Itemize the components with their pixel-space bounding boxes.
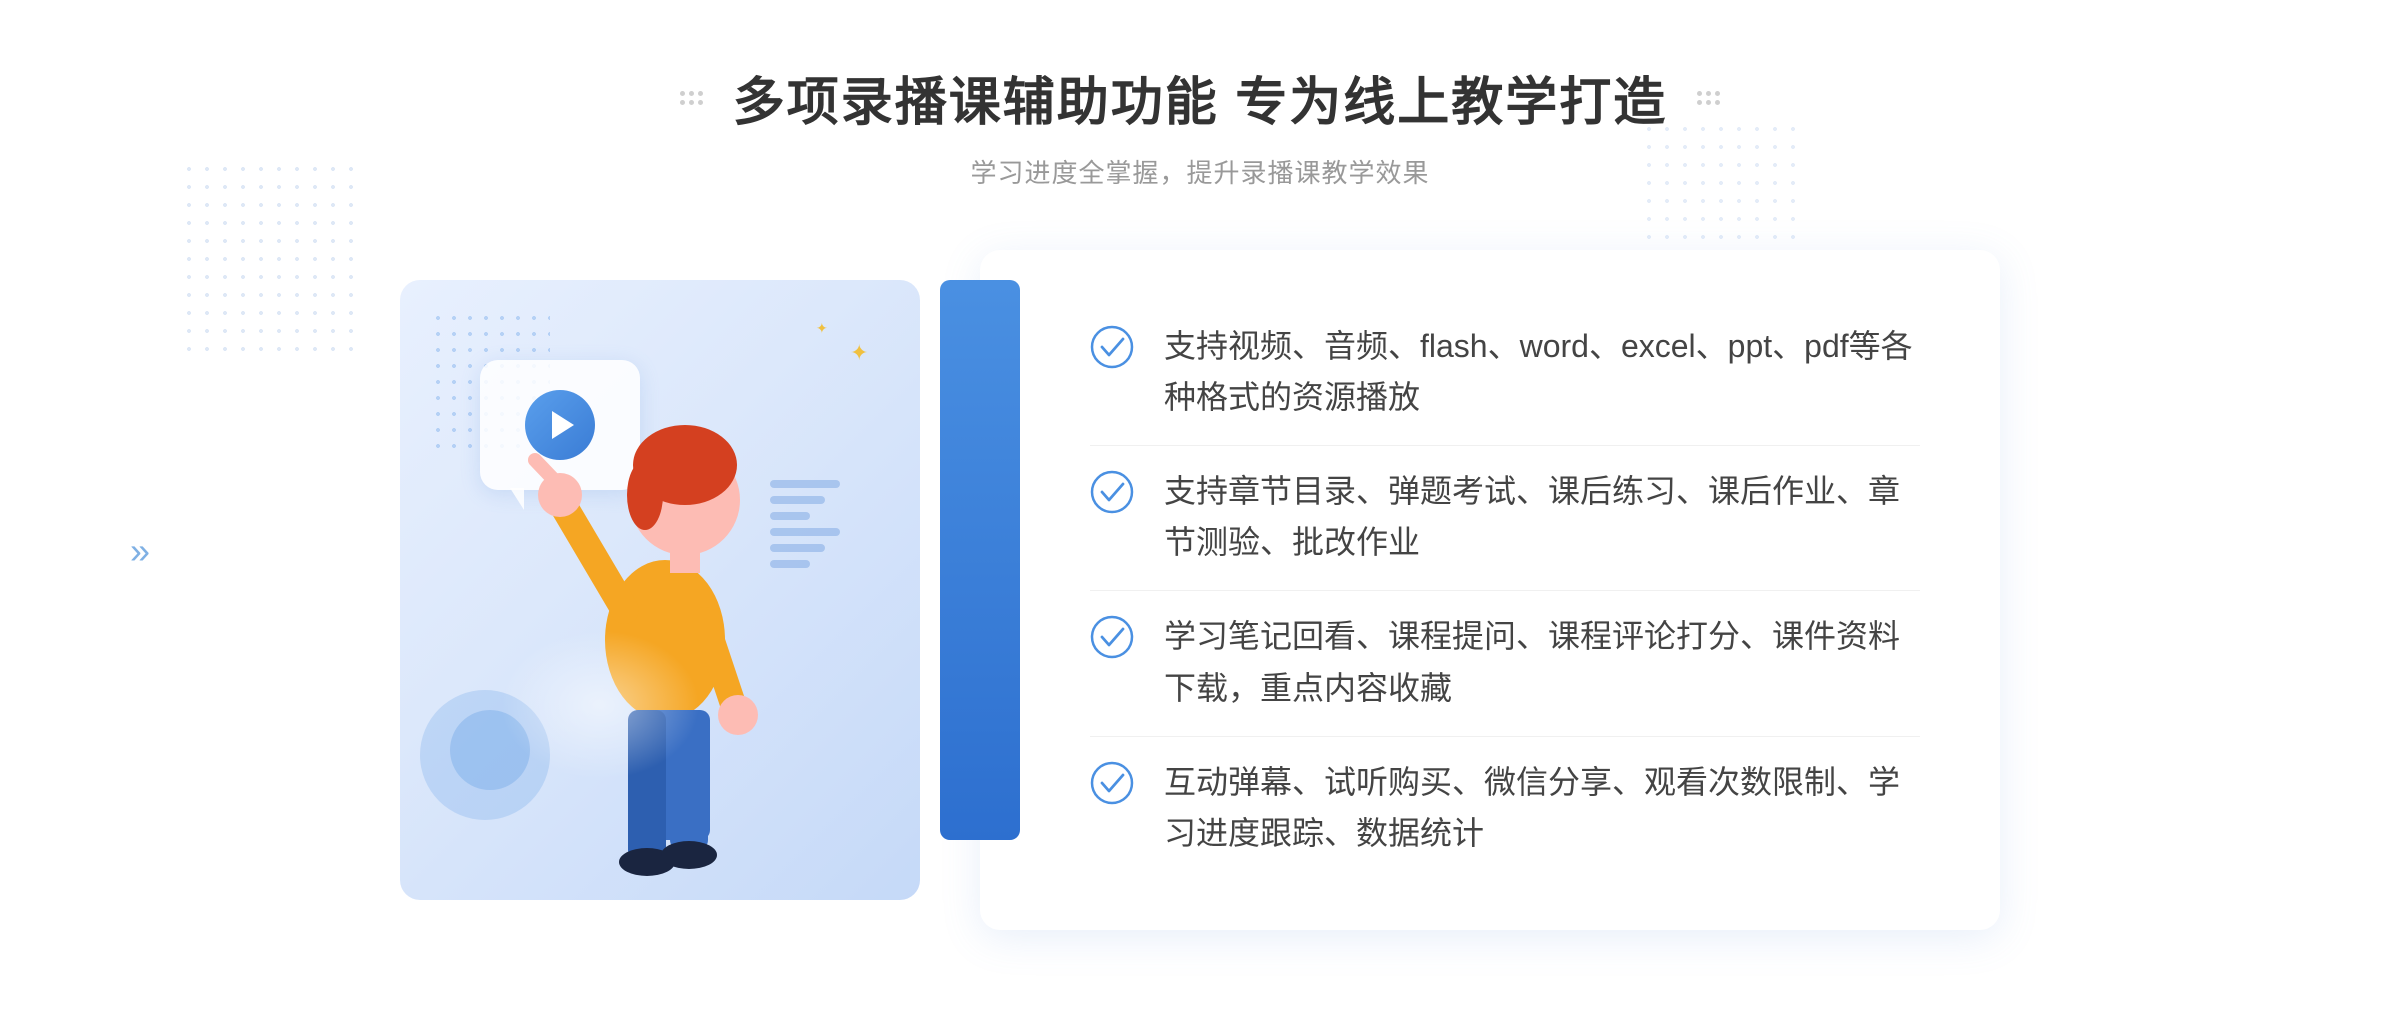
dots-decoration-left	[680, 91, 703, 105]
page-subtitle: 学习进度全掌握，提升录播课教学效果	[670, 153, 1730, 190]
check-circle-icon-1	[1090, 325, 1134, 369]
bg-dots-left	[180, 160, 360, 360]
page-title: 多项录播课辅助功能 专为线上教学打造	[733, 60, 1667, 135]
sparkle-icon-1: ✦	[850, 340, 870, 360]
human-figure-illustration	[480, 320, 840, 900]
feature-item-1: 支持视频、音频、flash、word、excel、ppt、pdf等各种格式的资源…	[1090, 301, 1920, 443]
main-content: ✦ ✦	[400, 250, 2000, 930]
chevron-left-icon: »	[130, 530, 150, 572]
check-circle-icon-2	[1090, 470, 1134, 514]
check-circle-icon-4	[1090, 761, 1134, 805]
dots-decoration-right	[1697, 91, 1720, 105]
feature-text-2: 支持章节目录、弹题考试、课后练习、课后作业、章节测验、批改作业	[1164, 466, 1920, 568]
feature-text-4: 互动弹幕、试听购买、微信分享、观看次数限制、学习进度跟踪、数据统计	[1164, 757, 1920, 859]
left-illustration-panel: ✦ ✦	[400, 250, 980, 930]
feature-card: 支持视频、音频、flash、word、excel、ppt、pdf等各种格式的资源…	[980, 250, 2000, 930]
page-container: » 多项录播课辅助功能 专为线上教学打造 学习进度全掌握，提升录播课教学效果	[0, 0, 2400, 1010]
header-section: 多项录播课辅助功能 专为线上教学打造 学习进度全掌握，提升录播课教学效果	[670, 60, 1730, 190]
title-wrapper: 多项录播课辅助功能 专为线上教学打造	[670, 60, 1730, 135]
feature-text-1: 支持视频、音频、flash、word、excel、ppt、pdf等各种格式的资源…	[1164, 321, 1920, 423]
feature-item-4: 互动弹幕、试听购买、微信分享、观看次数限制、学习进度跟踪、数据统计	[1090, 736, 1920, 879]
feature-text-3: 学习笔记回看、课程提问、课程评论打分、课件资料下载，重点内容收藏	[1164, 611, 1920, 713]
gradient-side-panel	[940, 280, 1020, 840]
feature-item-3: 学习笔记回看、课程提问、课程评论打分、课件资料下载，重点内容收藏	[1090, 590, 1920, 733]
check-circle-icon-3	[1090, 615, 1134, 659]
feature-item-2: 支持章节目录、弹题考试、课后练习、课后作业、章节测验、批改作业	[1090, 445, 1920, 588]
illustration-background: ✦ ✦	[400, 280, 920, 900]
